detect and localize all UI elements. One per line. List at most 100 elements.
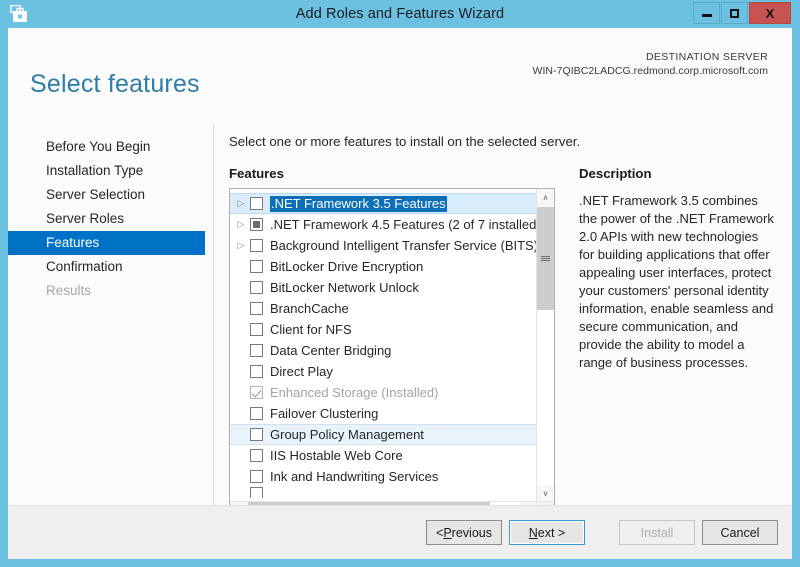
vertical-scrollbar-thumb[interactable]: [537, 207, 554, 310]
description-text: .NET Framework 3.5 combines the power of…: [579, 193, 774, 370]
feature-checkbox[interactable]: [250, 428, 263, 441]
expand-arrow-icon[interactable]: ▷: [232, 199, 250, 208]
feature-checkbox[interactable]: [250, 281, 263, 294]
sidebar-item-results: Results: [46, 283, 92, 298]
expand-arrow-placeholder: ▷: [232, 430, 250, 439]
list-item[interactable]: ▷ BranchCache: [230, 298, 536, 319]
sidebar-item-features[interactable]: Features: [8, 231, 205, 255]
feature-label: BranchCache: [270, 300, 349, 316]
features-list-viewport: ▷ .NET Framework 3.5 Features ▷ .NET Fra…: [230, 189, 536, 502]
feature-checkbox[interactable]: [250, 487, 263, 498]
list-item[interactable]: ▷ BitLocker Drive Encryption: [230, 256, 536, 277]
feature-label: Direct Play: [270, 363, 333, 379]
feature-label: .NET Framework 4.5 Features (2 of 7 inst…: [270, 216, 536, 232]
previous-button[interactable]: < Previous: [426, 520, 502, 545]
install-button: Install: [619, 520, 695, 545]
list-item[interactable]: ▷ Data Center Bridging: [230, 340, 536, 361]
feature-checkbox[interactable]: [250, 239, 263, 252]
list-item[interactable]: ▷ BitLocker Network Unlock: [230, 277, 536, 298]
expand-arrow-placeholder: ▷: [232, 451, 250, 460]
sidebar-item-confirmation[interactable]: Confirmation: [8, 255, 205, 279]
feature-label: Client for NFS: [270, 321, 352, 337]
list-item[interactable]: ▷ .NET Framework 3.5 Features: [230, 193, 536, 214]
sidebar-item-installation-type[interactable]: Installation Type: [8, 159, 205, 183]
feature-checkbox[interactable]: [250, 365, 263, 378]
expand-arrow-icon[interactable]: ▷: [232, 241, 250, 250]
feature-checkbox[interactable]: [250, 470, 263, 483]
maximize-button[interactable]: [721, 2, 748, 24]
client-area: Select features DESTINATION SERVER WIN-7…: [8, 28, 792, 559]
feature-checkbox[interactable]: [250, 449, 263, 462]
scroll-down-icon[interactable]: ∨: [537, 485, 554, 502]
destination-server-label: DESTINATION SERVER: [645, 51, 768, 63]
expand-arrow-placeholder: ▷: [232, 325, 250, 334]
feature-label: IIS Hostable Web Core: [270, 447, 403, 463]
feature-label: Ink and Handwriting Services: [270, 468, 439, 484]
feature-label: BitLocker Network Unlock: [270, 279, 419, 295]
list-item[interactable]: ▷: [230, 487, 536, 498]
feature-label: Enhanced Storage (Installed): [270, 384, 439, 400]
expand-arrow-placeholder: ▷: [232, 388, 250, 397]
feature-label: BitLocker Drive Encryption: [270, 258, 424, 274]
wizard-step-nav: Before You Begin Installation Type Serve…: [8, 110, 205, 303]
expand-arrow-placeholder: ▷: [232, 409, 250, 418]
features-list-label: Features: [229, 166, 284, 181]
destination-server-block: DESTINATION SERVER WIN-7QIBC2LADCG.redmo…: [533, 51, 769, 77]
feature-label: Background Intelligent Transfer Service …: [270, 237, 536, 253]
list-item[interactable]: ▷ Background Intelligent Transfer Servic…: [230, 235, 536, 256]
feature-checkbox[interactable]: [250, 218, 263, 231]
list-item[interactable]: ▷ Group Policy Management: [230, 424, 536, 445]
feature-checkbox[interactable]: [250, 407, 263, 420]
page-title: Select features: [30, 69, 200, 98]
sidebar-item-server-selection[interactable]: Server Selection: [8, 183, 205, 207]
feature-label: Group Policy Management: [270, 426, 424, 442]
list-item[interactable]: ▷ Failover Clustering: [230, 403, 536, 424]
minimize-icon: [701, 14, 712, 17]
next-button[interactable]: Next >: [509, 520, 585, 545]
vertical-scrollbar[interactable]: ∧ ∨: [536, 189, 554, 502]
previous-prefix: <: [436, 525, 444, 540]
expand-arrow-placeholder: ▷: [232, 262, 250, 271]
minimize-button[interactable]: [693, 2, 720, 24]
feature-checkbox: [250, 386, 263, 399]
feature-checkbox[interactable]: [250, 323, 263, 336]
list-item[interactable]: ▷ Client for NFS: [230, 319, 536, 340]
list-item[interactable]: ▷ IIS Hostable Web Core: [230, 445, 536, 466]
sidebar-divider: [213, 124, 214, 522]
feature-label: Failover Clustering: [270, 405, 379, 421]
sidebar-item-server-roles[interactable]: Server Roles: [8, 207, 205, 231]
feature-checkbox[interactable]: [250, 344, 263, 357]
expand-arrow-placeholder: ▷: [232, 367, 250, 376]
window-title: Add Roles and Features Wizard: [295, 6, 505, 22]
expand-arrow-placeholder: ▷: [232, 472, 250, 481]
instruction-text: Select one or more features to install o…: [229, 134, 581, 149]
scrollbar-grip-icon: [541, 255, 550, 262]
next-rest: ext >: [537, 525, 566, 540]
previous-accel: P: [443, 525, 452, 540]
feature-checkbox[interactable]: [250, 260, 263, 273]
scroll-up-icon[interactable]: ∧: [537, 189, 554, 206]
feature-checkbox[interactable]: [250, 302, 263, 315]
features-listbox[interactable]: ▷ .NET Framework 3.5 Features ▷ .NET Fra…: [229, 188, 555, 520]
sidebar-item-before-you-begin[interactable]: Before You Begin: [8, 135, 205, 159]
cancel-button[interactable]: Cancel: [702, 520, 778, 545]
title-bar[interactable]: Add Roles and Features Wizard X: [0, 0, 800, 28]
expand-arrow-placeholder: ▷: [232, 283, 250, 292]
wizard-window: Add Roles and Features Wizard X Select f…: [0, 0, 800, 567]
previous-rest: revious: [451, 525, 492, 540]
list-item[interactable]: ▷ Direct Play: [230, 361, 536, 382]
expand-arrow-placeholder: ▷: [232, 304, 250, 313]
feature-checkbox[interactable]: [250, 197, 263, 210]
list-item: ▷ Enhanced Storage (Installed): [230, 382, 536, 403]
maximize-icon: [730, 8, 739, 18]
feature-label: Data Center Bridging: [270, 342, 392, 358]
expand-arrow-placeholder: ▷: [232, 487, 250, 496]
next-accel: N: [528, 525, 538, 540]
footer-bar: < Previous Next > Install Cancel: [8, 505, 792, 559]
list-item[interactable]: ▷ Ink and Handwriting Services: [230, 466, 536, 487]
close-button[interactable]: X: [749, 2, 791, 24]
features-list-items: ▷ .NET Framework 3.5 Features ▷ .NET Fra…: [230, 189, 536, 498]
list-item[interactable]: ▷ .NET Framework 4.5 Features (2 of 7 in…: [230, 214, 536, 235]
expand-arrow-placeholder: ▷: [232, 346, 250, 355]
expand-arrow-icon[interactable]: ▷: [232, 220, 250, 229]
